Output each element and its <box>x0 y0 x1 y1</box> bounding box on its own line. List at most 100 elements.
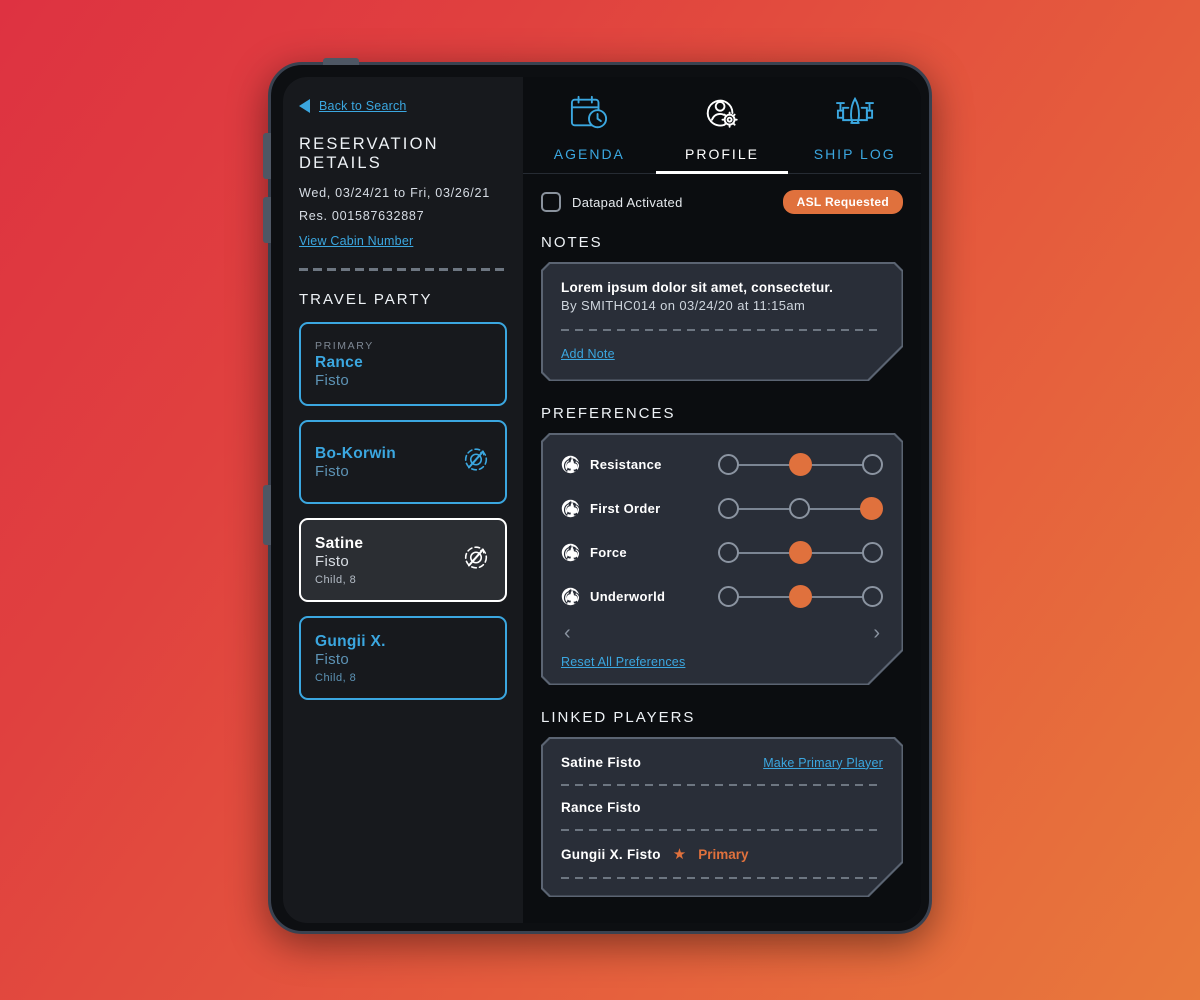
sidebar: Back to Search RESERVATION DETAILS Wed, … <box>283 77 523 923</box>
person-gear-icon <box>701 94 743 137</box>
tablet-screen: Back to Search RESERVATION DETAILS Wed, … <box>283 77 921 923</box>
note-meta: By SMITHC014 on 03/24/20 at 11:15am <box>561 298 806 313</box>
party-last-name: Fisto <box>315 552 350 570</box>
back-to-search-button[interactable]: Back to Search <box>299 99 507 113</box>
note-divider <box>561 329 883 331</box>
preference-label: Force <box>590 545 627 560</box>
slider-thumb-active[interactable] <box>789 585 812 608</box>
linked-player-name: Gungii X. Fisto <box>561 846 661 862</box>
travel-party-title: TRAVEL PARTY <box>299 291 433 308</box>
travel-party-card[interactable]: Bo-Korwin Fisto <box>299 420 507 504</box>
party-first-name: Bo-Korwin <box>315 444 397 462</box>
preference-slider[interactable] <box>718 453 883 476</box>
view-cabin-number-link[interactable]: View Cabin Number <box>299 234 413 248</box>
preferences-title: PREFERENCES <box>541 405 676 422</box>
party-last-name: Fisto <box>315 650 350 668</box>
datapad-row: Datapad Activated ASL Requested <box>541 190 903 214</box>
note-body: Lorem ipsum dolor sit amet, consectetur. <box>561 280 834 295</box>
power-button[interactable] <box>323 58 359 65</box>
make-primary-player-link[interactable]: Make Primary Player <box>763 756 883 770</box>
travel-party-card[interactable]: PRIMARY Rance Fisto <box>299 322 507 406</box>
reset-all-preferences-link[interactable]: Reset All Preferences <box>561 655 685 669</box>
slider-stop[interactable] <box>718 498 739 519</box>
preference-row: Force <box>561 541 883 564</box>
datapad-toggle[interactable]: Datapad Activated <box>541 192 683 212</box>
preference-slider[interactable] <box>718 541 883 564</box>
primary-tag: PRIMARY <box>315 339 374 352</box>
slider-stop[interactable] <box>862 454 883 475</box>
chevron-left-icon[interactable]: ‹ <box>564 623 571 643</box>
party-first-name: Satine <box>315 534 364 552</box>
preferences-panel: Resistance First Order Force Underworld ‹ ›… <box>541 433 903 685</box>
preference-label: First Order <box>590 501 661 516</box>
preference-label: Underworld <box>590 589 666 604</box>
preference-label: Resistance <box>590 457 662 472</box>
rebel-alliance-icon <box>561 587 581 606</box>
tab-ship-log[interactable]: SHIP LOG <box>788 94 921 174</box>
preference-list: Resistance First Order Force Underworld <box>561 453 883 608</box>
calendar-clock-icon <box>568 94 610 137</box>
no-droid-icon <box>461 445 491 480</box>
slider-stop[interactable] <box>718 586 739 607</box>
preference-row: Resistance <box>561 453 883 476</box>
rebel-alliance-icon <box>561 455 581 474</box>
rebel-alliance-icon <box>561 499 581 518</box>
linked-players-panel: Satine Fisto Make Primary Player Rance Fis… <box>541 737 903 897</box>
party-last-name: Fisto <box>315 462 350 480</box>
slider-thumb-active[interactable] <box>789 453 812 476</box>
rebel-alliance-icon <box>561 543 581 562</box>
main-content: AGENDA PROFILE SHIP LOG Datapad Activate… <box>523 77 921 923</box>
volume-down-button[interactable] <box>263 197 271 243</box>
linked-player-divider <box>561 784 883 786</box>
slider-stop[interactable] <box>718 454 739 475</box>
party-first-name: Gungii X. <box>315 632 386 650</box>
no-droid-icon <box>461 543 491 578</box>
slider-stop[interactable] <box>862 586 883 607</box>
side-button[interactable] <box>263 485 271 545</box>
notes-panel: Lorem ipsum dolor sit amet, consectetur.… <box>541 262 903 381</box>
tab-label: AGENDA <box>553 146 625 162</box>
datapad-checkbox[interactable] <box>541 192 561 212</box>
preference-slider[interactable] <box>718 585 883 608</box>
reservation-number: Res. 001587632887 <box>299 209 425 223</box>
notes-title: NOTES <box>541 234 603 251</box>
profile-panel: Datapad Activated ASL Requested NOTES Lo… <box>523 174 921 923</box>
tab-bar: AGENDA PROFILE SHIP LOG <box>523 77 921 174</box>
star-icon: ★ <box>672 846 687 863</box>
add-note-link[interactable]: Add Note <box>561 347 615 361</box>
preference-slider[interactable] <box>718 497 883 520</box>
tab-label: PROFILE <box>685 146 759 162</box>
linked-players-list: Satine Fisto Make Primary Player Rance Fis… <box>561 755 883 879</box>
back-to-search-label: Back to Search <box>319 99 407 113</box>
volume-up-button[interactable] <box>263 133 271 179</box>
asl-requested-badge: ASL Requested <box>782 190 903 214</box>
linked-player-row: Gungii X. Fisto ★ Primary <box>561 845 883 863</box>
arrow-left-icon <box>299 99 310 113</box>
sidebar-divider <box>299 268 507 271</box>
party-last-name: Fisto <box>315 371 350 389</box>
party-first-name: Rance <box>315 353 364 371</box>
travel-party-list: PRIMARY Rance Fisto Bo-Korwin Fisto Satine Fi… <box>299 322 507 700</box>
slider-stop[interactable] <box>789 498 810 519</box>
reservation-details-title: RESERVATION DETAILS <box>299 135 439 172</box>
travel-party-card[interactable]: Gungii X. Fisto Child, 8 <box>299 616 507 700</box>
preference-row: Underworld <box>561 585 883 608</box>
tab-profile[interactable]: PROFILE <box>655 94 789 174</box>
chevron-right-icon[interactable]: › <box>873 623 880 643</box>
slider-stop[interactable] <box>718 542 739 563</box>
linked-player-row: Rance Fisto <box>561 800 883 815</box>
party-age: Child, 8 <box>315 671 357 684</box>
travel-party-card[interactable]: Satine Fisto Child, 8 <box>299 518 507 602</box>
tab-agenda[interactable]: AGENDA <box>523 94 656 174</box>
slider-thumb-active[interactable] <box>789 541 812 564</box>
slider-stop[interactable] <box>862 542 883 563</box>
linked-player-name: Satine Fisto <box>561 755 642 770</box>
slider-thumb-active[interactable] <box>860 497 883 520</box>
linked-player-name: Rance Fisto <box>561 800 641 815</box>
starship-icon <box>830 94 880 137</box>
linked-player-row: Satine Fisto Make Primary Player <box>561 755 883 770</box>
linked-players-title: LINKED PLAYERS <box>541 709 696 726</box>
tab-label: SHIP LOG <box>813 146 896 162</box>
datapad-label: Datapad Activated <box>572 194 683 210</box>
linked-player-divider <box>561 829 883 831</box>
